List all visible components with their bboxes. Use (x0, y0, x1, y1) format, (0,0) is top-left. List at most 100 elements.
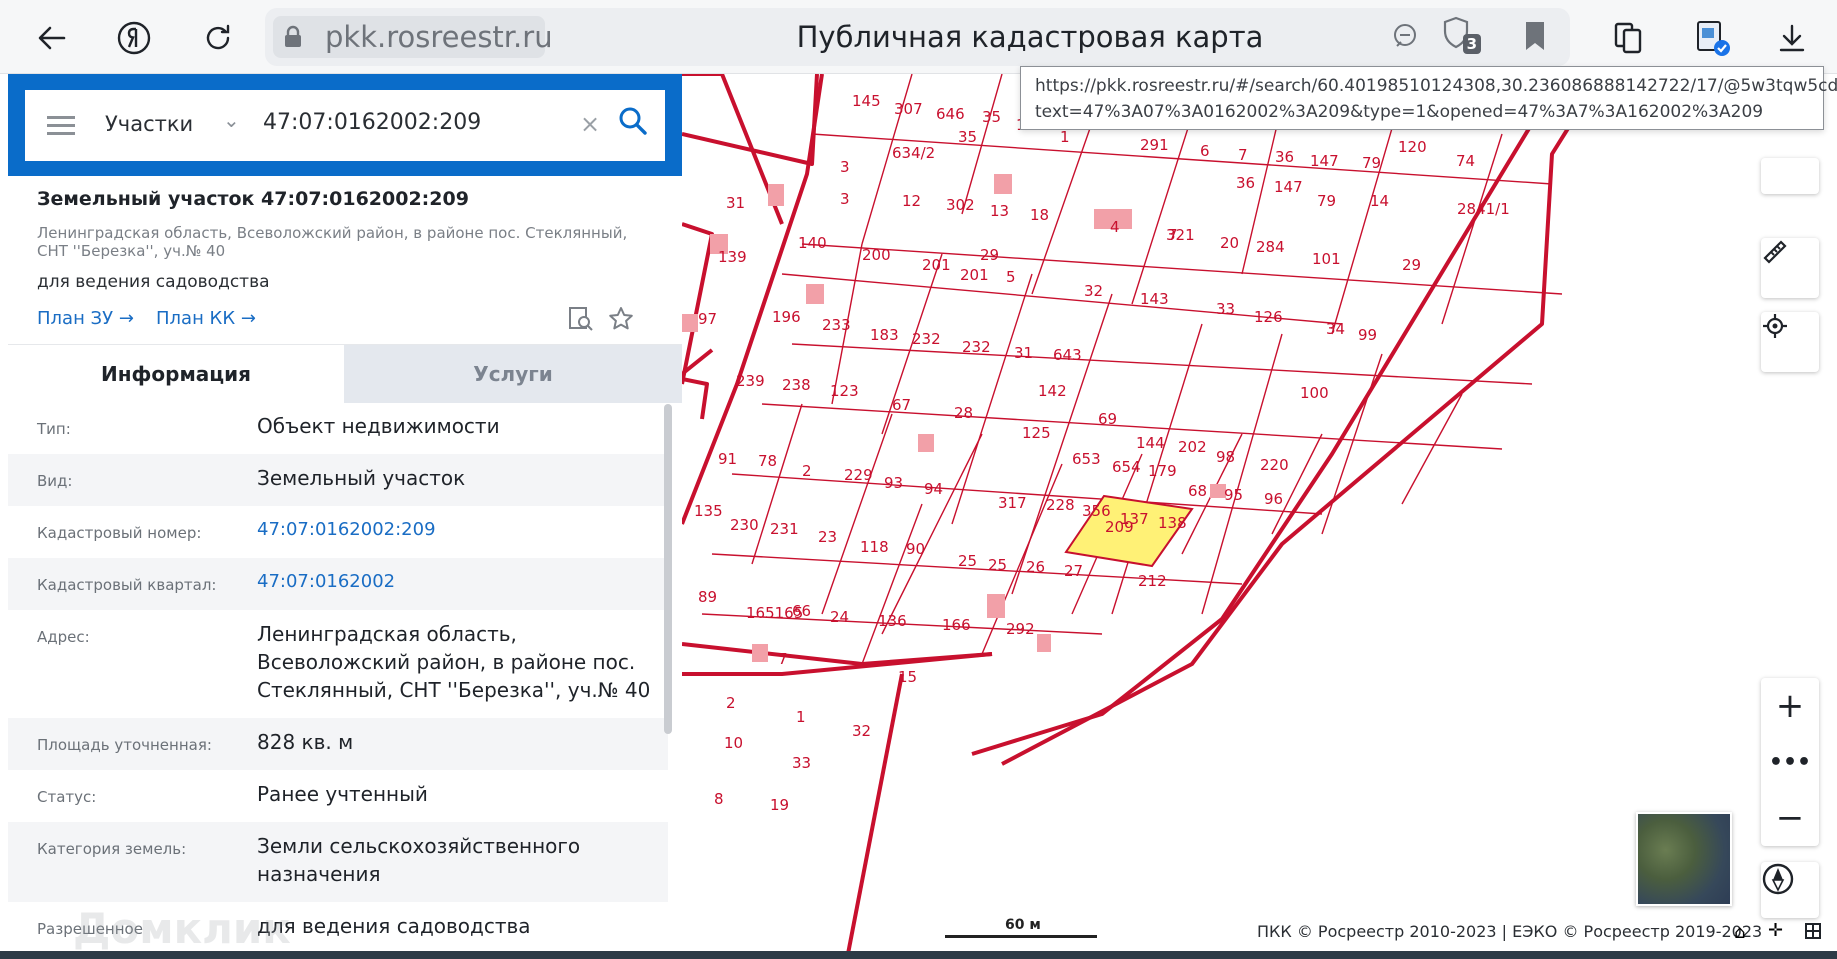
parcel-label[interactable]: 138 (1158, 514, 1187, 532)
parcel-label[interactable]: 183 (870, 326, 899, 344)
parcel-label[interactable]: 18 (1030, 206, 1049, 224)
parcel-label[interactable]: 200 (862, 246, 891, 264)
parcel-label[interactable]: 646 (936, 105, 965, 123)
grid-icon[interactable] (1804, 922, 1822, 944)
parcel-label[interactable]: 3 (840, 190, 850, 208)
parcel-label[interactable]: 94 (924, 480, 943, 498)
parcel-label[interactable]: 239 (736, 372, 765, 390)
parcel-label[interactable]: 654 (1112, 458, 1141, 476)
lock-icon[interactable] (273, 16, 313, 58)
parcel-label[interactable]: 36 (1275, 148, 1294, 166)
parcel-label[interactable]: 5 (1006, 268, 1016, 286)
parcel-label[interactable]: 89 (698, 588, 717, 606)
parcel-label[interactable]: 317 (998, 494, 1027, 512)
zoom-out-button[interactable]: − (1776, 790, 1805, 846)
tab-info[interactable]: Информация (8, 345, 344, 403)
parcel-label[interactable]: 142 (1038, 382, 1067, 400)
chevron-down-icon[interactable]: ⌄ (223, 108, 240, 132)
parcel-label[interactable]: 166 (942, 616, 971, 634)
cadastral-number-link[interactable]: 47:07:0162002:209 (257, 506, 668, 558)
parcel-label[interactable]: 34 (1326, 320, 1345, 338)
parcel-label[interactable]: 20 (1220, 234, 1239, 252)
parcel-label[interactable]: 179 (1148, 462, 1177, 480)
search-type-select[interactable]: Участки (105, 112, 193, 136)
clear-icon[interactable]: × (580, 110, 600, 138)
parcel-label[interactable]: 123 (830, 382, 859, 400)
parcel-label[interactable]: 291 (1140, 136, 1169, 154)
parcel-label[interactable]: 19 (770, 796, 789, 814)
parcel-label[interactable]: 284 (1256, 238, 1285, 256)
parcel-label[interactable]: 643 (1053, 346, 1082, 364)
parcel-label[interactable]: 212 (1138, 572, 1167, 590)
parcel-label[interactable]: 33 (792, 754, 811, 772)
parcel-label[interactable]: 202 (1178, 438, 1207, 456)
parcel-label[interactable]: 69 (1098, 410, 1117, 428)
parcel-label[interactable]: 101 (1312, 250, 1341, 268)
parcel-label[interactable]: 8 (714, 790, 724, 808)
parcel-label[interactable]: 99 (1358, 326, 1377, 344)
parcel-label[interactable]: 32 (1084, 282, 1103, 300)
parcel-label[interactable]: 7 (1238, 146, 1248, 164)
parcel-label[interactable]: 143 (1140, 290, 1169, 308)
chat-icon[interactable] (1389, 20, 1421, 56)
parcel-label[interactable]: 67 (892, 396, 911, 414)
parcel-label[interactable]: 78 (758, 452, 777, 470)
parcel-label[interactable]: 230 (730, 516, 759, 534)
parcel-label[interactable]: 27 (1064, 562, 1083, 580)
parcel-label[interactable]: 136 (878, 612, 907, 630)
parcel-label[interactable]: 233 (822, 316, 851, 334)
parcel-label[interactable]: 28 (954, 404, 973, 422)
search-on-map-icon[interactable] (568, 306, 594, 336)
cadastral-quarter-link[interactable]: 47:07:0162002 (257, 558, 668, 610)
parcel-label[interactable]: 96 (1264, 490, 1283, 508)
parcel-label[interactable]: 2841/1 (1457, 200, 1510, 218)
parcel-label[interactable]: 29 (980, 246, 999, 264)
parcel-label[interactable]: 118 (860, 538, 889, 556)
parcel-label[interactable]: 2 (726, 694, 736, 712)
parcel-label[interactable]: 35 (958, 128, 977, 146)
parcel-label[interactable]: 139 (718, 248, 747, 266)
parcel-label[interactable]: 24 (830, 608, 849, 626)
parcel-label[interactable]: 292 (1006, 620, 1035, 638)
parcel-label[interactable]: 144 (1136, 434, 1165, 452)
parcel-label[interactable]: 33 (1216, 300, 1235, 318)
search-icon[interactable] (618, 106, 648, 140)
parcel-label[interactable]: 95 (1224, 486, 1243, 504)
locate-button[interactable] (1761, 312, 1819, 372)
parcel-label[interactable]: 201 (922, 256, 951, 274)
compass-button[interactable] (1761, 862, 1819, 918)
parcel-label[interactable]: 15 (898, 668, 917, 686)
parcel-label[interactable]: 36 (1236, 174, 1255, 192)
translate-icon[interactable] (1688, 14, 1736, 62)
parcel-label[interactable]: 238 (782, 376, 811, 394)
parcel-label[interactable]: 79 (1362, 154, 1381, 172)
parcel-label[interactable]: 90 (906, 540, 925, 558)
parcel-label[interactable]: 14 (1370, 192, 1389, 210)
parcel-label[interactable]: 13 (990, 202, 1009, 220)
parcel-label[interactable]: 302 (946, 196, 975, 214)
plan-zu-link[interactable]: План ЗУ → (37, 308, 134, 329)
parcel-label[interactable]: 79 (1317, 192, 1336, 210)
parcel-label[interactable]: 6 (1200, 142, 1210, 160)
parcel-label[interactable]: 147 (1310, 152, 1339, 170)
domain-label[interactable]: pkk.rosreestr.ru (313, 16, 553, 58)
parcel-label[interactable]: 12 (902, 192, 921, 210)
parcel-label[interactable]: 140 (798, 234, 827, 252)
shield-icon[interactable]: 3 (1441, 16, 1481, 54)
parcel-label[interactable]: 32 (852, 722, 871, 740)
parcel-label[interactable]: 97 (698, 310, 717, 328)
parcel-label[interactable]: 98 (1216, 448, 1235, 466)
parcel-label[interactable]: 100 (1300, 384, 1329, 402)
home-icon[interactable]: ⌂ (1734, 922, 1745, 943)
parcel-label[interactable]: 1 (1060, 128, 1070, 146)
parcel-label[interactable]: 228 (1046, 496, 1075, 514)
parcel-label[interactable]: 93 (884, 474, 903, 492)
parcel-label[interactable]: 125 (1022, 424, 1051, 442)
parcel-label[interactable]: 35 (982, 108, 1001, 126)
parcel-label[interactable]: 126 (1254, 308, 1283, 326)
parcel-label[interactable]: 145 (852, 92, 881, 110)
parcel-label[interactable]: 25 (988, 556, 1007, 574)
download-icon[interactable] (1768, 14, 1816, 62)
crosshair-small-icon[interactable]: ✛ (1768, 920, 1783, 941)
parcel-label[interactable]: 232 (912, 330, 941, 348)
